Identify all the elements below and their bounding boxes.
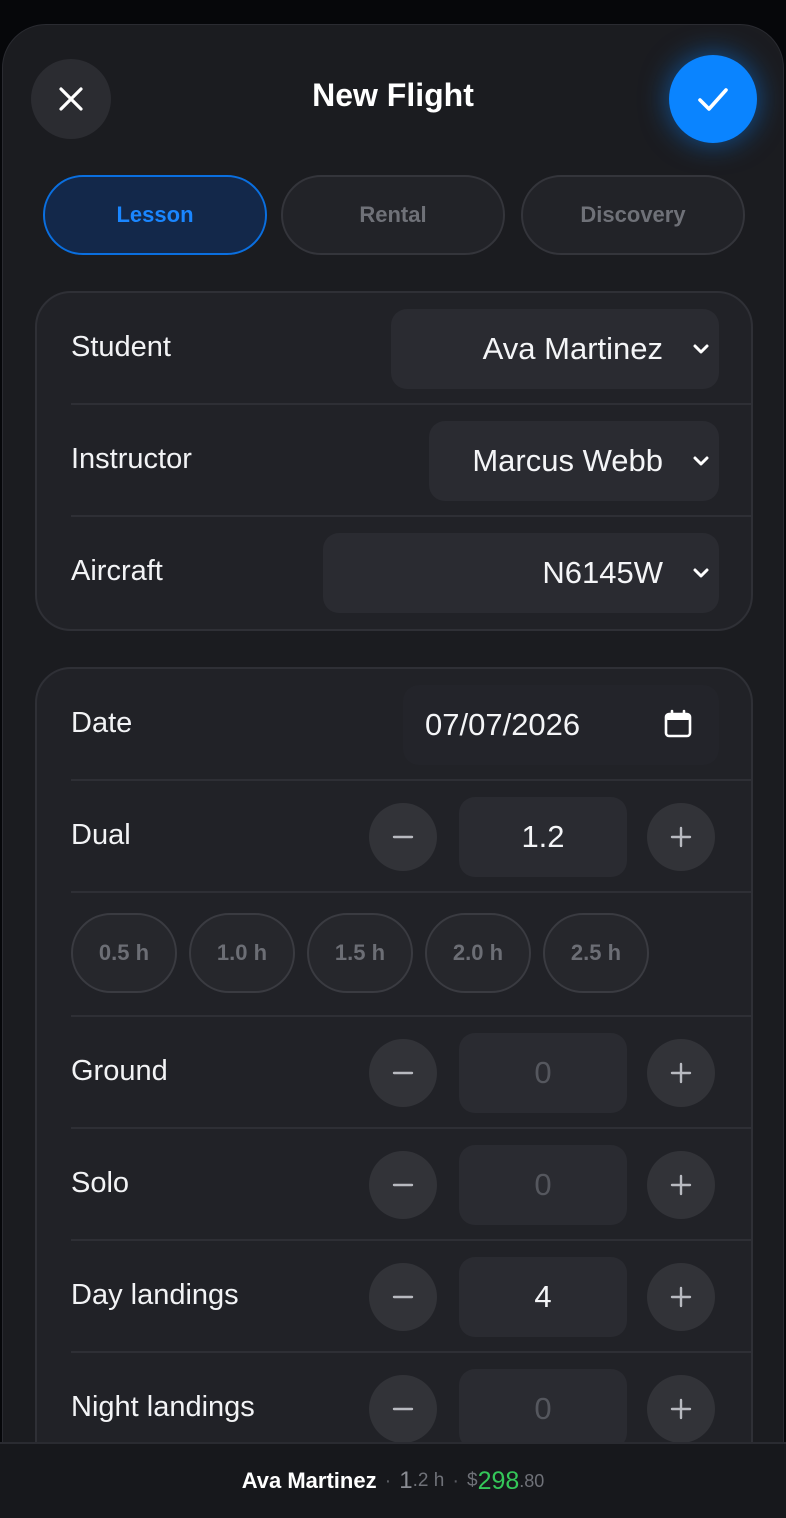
preset-chip[interactable]: 2.5 h (543, 913, 649, 993)
dual-decrement-button[interactable] (369, 803, 437, 871)
minus-icon (392, 1295, 414, 1299)
minus-icon (392, 835, 414, 839)
date-label: Date (71, 707, 133, 739)
date-value: 07/07/2026 (425, 707, 581, 742)
plus-icon (670, 1062, 692, 1084)
student-select[interactable]: Ava Martinez (391, 309, 719, 389)
night-landings-increment-button[interactable] (647, 1375, 715, 1443)
solo-decrement-button[interactable] (369, 1151, 437, 1219)
minus-icon (392, 1407, 414, 1411)
plus-icon (670, 1286, 692, 1308)
aircraft-label: Aircraft (71, 555, 163, 587)
plus-icon (670, 1398, 692, 1420)
plus-icon (670, 1174, 692, 1196)
chevron-down-icon (693, 344, 709, 354)
summary-separator: · (384, 1469, 392, 1492)
dual-increment-button[interactable] (647, 803, 715, 871)
solo-row: Solo 0 (71, 1129, 751, 1241)
date-input[interactable]: 07/07/2026 (403, 685, 719, 765)
instructor-label: Instructor (71, 443, 192, 475)
summary-hours-fraction: .2 h (412, 1470, 445, 1491)
summary-student-name: Ava Martinez (241, 1468, 377, 1493)
summary-amount-whole: 298 (477, 1466, 520, 1495)
summary-separator: · (452, 1469, 459, 1492)
summary-hours-whole: 1 (399, 1467, 413, 1494)
minus-icon (392, 1183, 414, 1187)
summary-amount-cents: .80 (519, 1470, 545, 1491)
aircraft-select[interactable]: N6145W (323, 533, 719, 613)
preset-chip[interactable]: 2.0 h (425, 913, 531, 993)
instructor-select[interactable]: Marcus Webb (429, 421, 719, 501)
chevron-down-icon (693, 568, 709, 578)
solo-label: Solo (71, 1167, 130, 1199)
night-landings-decrement-button[interactable] (369, 1375, 437, 1443)
dual-label: Dual (71, 819, 131, 851)
day-landings-row: Day landings 4 (71, 1241, 751, 1353)
ground-value-input[interactable]: 0 (459, 1033, 627, 1113)
student-label: Student (71, 331, 171, 363)
preset-chip[interactable]: 1.0 h (189, 913, 295, 993)
ground-increment-button[interactable] (647, 1039, 715, 1107)
tab-lesson[interactable]: Lesson (43, 175, 267, 255)
date-row: Date 07/07/2026 (71, 669, 751, 781)
aircraft-value: N6145W (542, 555, 663, 590)
preset-chip[interactable]: 0.5 h (71, 913, 177, 993)
dual-value-input[interactable]: 1.2 (459, 797, 627, 877)
aircraft-row: Aircraft N6145W (71, 517, 751, 629)
tab-rental[interactable]: Rental (281, 175, 505, 255)
instructor-value: Marcus Webb (472, 443, 663, 478)
day-landings-increment-button[interactable] (647, 1263, 715, 1331)
plus-icon (670, 826, 692, 848)
day-landings-label: Day landings (71, 1279, 239, 1311)
calendar-icon[interactable] (663, 709, 693, 739)
flight-times-card: Date 07/07/2026 Dual 1.2 0.5 h 1.0 h 1.5… (35, 667, 753, 1517)
student-value: Ava Martinez (482, 331, 663, 366)
preset-chip[interactable]: 1.5 h (307, 913, 413, 993)
minus-icon (392, 1071, 414, 1075)
night-landings-value-input[interactable]: 0 (459, 1369, 627, 1449)
new-flight-sheet: New Flight Lesson Rental Discovery Stude… (2, 24, 784, 1518)
instructor-row: Instructor Marcus Webb (71, 405, 751, 517)
save-button[interactable] (669, 55, 757, 143)
day-landings-value-input[interactable]: 4 (459, 1257, 627, 1337)
page-title: New Flight (312, 77, 474, 113)
dual-row: Dual 1.2 (71, 781, 751, 893)
ground-decrement-button[interactable] (369, 1039, 437, 1107)
dual-presets-row: 0.5 h 1.0 h 1.5 h 2.0 h 2.5 h (71, 893, 751, 1017)
ground-label: Ground (71, 1055, 168, 1087)
flight-summary-bar: Ava Martinez · 1.2 h · $298.80 (0, 1442, 786, 1518)
student-row: Student Ava Martinez (71, 293, 751, 405)
tab-discovery[interactable]: Discovery (521, 175, 745, 255)
people-card: Student Ava Martinez Instructor Marcus W… (35, 291, 753, 631)
checkmark-icon (698, 88, 728, 111)
summary-currency: $ (466, 1470, 478, 1491)
chevron-down-icon (693, 456, 709, 466)
day-landings-decrement-button[interactable] (369, 1263, 437, 1331)
solo-increment-button[interactable] (647, 1151, 715, 1219)
solo-value-input[interactable]: 0 (459, 1145, 627, 1225)
ground-row: Ground 0 (71, 1017, 751, 1129)
